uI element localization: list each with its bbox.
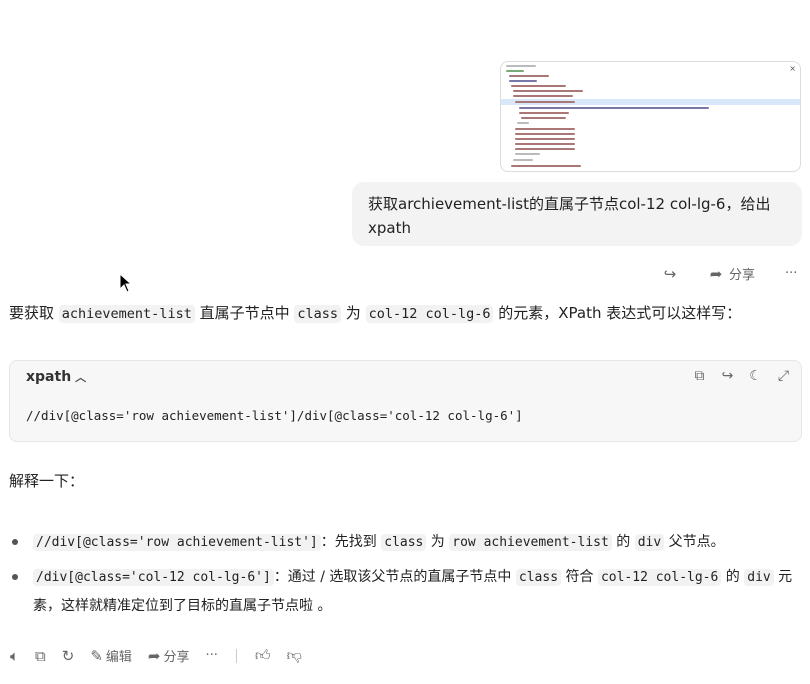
list-text: 的 (721, 569, 745, 585)
answer-intro: 要获取 achievement-list 直属子节点中 class 为 col-… (9, 302, 741, 325)
share-label: 分享 (163, 650, 190, 665)
thumbs-down-icon[interactable]: 👎︎ (287, 646, 302, 665)
edit-icon: ✎ (90, 646, 103, 665)
answer-text: 要获取 (9, 304, 59, 322)
list-text: ：先找到 (320, 534, 382, 550)
thumbnail-line (521, 117, 566, 119)
list-item: //div[@class='row achievement-list'] ：先找到… (9, 528, 799, 557)
speaker-icon[interactable]: 🔈︎ (10, 647, 19, 665)
inline-code: col-12 col-lg-6 (597, 569, 722, 586)
thumbnail-line (513, 159, 533, 161)
share-icon: ➦ (709, 264, 723, 283)
expand-icon[interactable]: ⤢ (776, 368, 791, 384)
list-text: 为 (426, 534, 450, 550)
answer-text: 的元素，XPath 表达式可以这样写： (493, 304, 742, 322)
thumbs-up-icon[interactable]: 👍︎ (255, 646, 271, 665)
code-language-label: xpath (26, 369, 72, 385)
answer-text: 为 (341, 304, 366, 322)
share-label: 分享 (729, 268, 756, 283)
theme-moon-icon[interactable]: ☾ (748, 368, 763, 384)
thumbnail-line (519, 112, 569, 114)
inline-code: achievement-list (58, 305, 195, 323)
inline-code: row achievement-list (449, 534, 612, 551)
bullet-dot (12, 574, 18, 580)
list-text: 父节点。 (664, 534, 725, 550)
inline-code: div (744, 569, 774, 586)
thumbnail-line (506, 70, 524, 72)
edit-button[interactable]: ✎ 编辑 (90, 646, 132, 666)
code-toolbar: ⧉ ↪ ☾ ⤢ (692, 368, 791, 384)
thumbnail-line (506, 65, 536, 67)
list-text: 的 (611, 534, 635, 550)
more-options-button[interactable]: ··· (785, 266, 797, 281)
inline-code: class (294, 305, 342, 323)
inline-code: col-12 col-lg-6 (365, 305, 494, 323)
thumbnail-line (519, 107, 709, 109)
code-language-toggle[interactable]: xpath ︿ (26, 369, 86, 385)
share-button[interactable]: ➦ 分享 (147, 646, 190, 666)
thumbnail-line (509, 80, 537, 82)
thumbnail-line (515, 148, 575, 150)
copy-icon[interactable]: ⧉ (35, 647, 46, 665)
code-content: //div[@class='row achievement-list']/div… (26, 408, 523, 423)
inline-code: class (381, 534, 427, 551)
thumbnail-line (511, 85, 566, 87)
chevron-up-icon: ︿ (75, 371, 87, 384)
code-block: xpath ︿ ⧉ ↪ ☾ ⤢ //div[@class='row achiev… (9, 360, 802, 442)
bullet-dot (12, 539, 18, 545)
explain-heading: 解释一下： (9, 472, 85, 490)
list-text: 符合 (561, 569, 598, 585)
list-item: /div[@class='col-12 col-lg-6'] ：通过 / 选取该父… (9, 563, 799, 620)
user-message-text: 获取archievement-list的直属子节点col-12 col-lg-6… (368, 195, 771, 237)
copy-icon[interactable]: ⧉ (692, 368, 707, 384)
thumbnail-line (515, 138, 575, 140)
thumbnail-line (515, 101, 575, 103)
share-icon: ➦ (147, 646, 161, 665)
close-icon[interactable]: × (789, 64, 796, 73)
answer-action-bar: 🔈︎ ⧉ ↻ ✎ 编辑 ➦ 分享 ··· 👍︎ 👎︎ (10, 646, 302, 665)
share-button[interactable]: ➦ 分享 (706, 264, 756, 284)
thumbnail-line (517, 122, 529, 124)
thumbnail-line (509, 75, 549, 77)
thumbnail-line (511, 165, 581, 167)
list-text: ：通过 / 选取该父节点的直属子节点中 (273, 569, 516, 585)
thumbnail-line (515, 143, 575, 145)
answer-text: 直属子节点中 (194, 304, 295, 322)
inline-code: //div[@class='row achievement-list'] (33, 534, 321, 551)
thumbnail-line (515, 153, 540, 155)
regenerate-icon[interactable]: ↻ (62, 647, 75, 665)
thumbnail-line (513, 95, 573, 97)
more-options-button[interactable]: ··· (206, 648, 218, 663)
thumbnail-line (515, 128, 575, 130)
thumbnail-line (515, 133, 575, 135)
inline-code: /div[@class='col-12 col-lg-6'] (33, 569, 274, 586)
attached-image-thumbnail[interactable]: × (500, 61, 801, 172)
divider (235, 648, 237, 663)
user-message-bubble: 获取archievement-list的直属子节点col-12 col-lg-6… (352, 182, 802, 246)
forward-icon[interactable]: ↪ (660, 265, 680, 283)
thumbnail-line (513, 90, 583, 92)
explanation-list: //div[@class='row achievement-list'] ：先找到… (9, 528, 799, 626)
user-message-actions: ↪ ➦ 分享 ··· (660, 264, 798, 284)
inline-code: div (634, 534, 665, 551)
edit-label: 编辑 (105, 650, 132, 665)
inline-code: class (515, 569, 562, 586)
forward-icon[interactable]: ↪ (720, 368, 735, 384)
